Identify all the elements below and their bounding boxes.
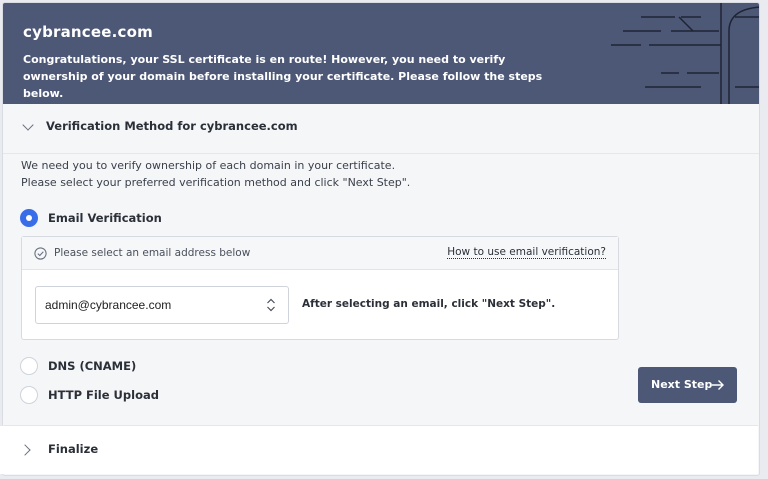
- email-panel-header: Please select an email address below How…: [22, 237, 618, 270]
- check-circle-icon: [34, 247, 47, 260]
- next-step-button[interactable]: Next Step: [638, 367, 737, 403]
- http-file-upload-label[interactable]: HTTP File Upload: [48, 388, 159, 402]
- decorative-lines-icon: [611, 3, 759, 104]
- radio-http-file-upload[interactable]: [20, 386, 38, 404]
- dns-cname-label[interactable]: DNS (CNAME): [48, 359, 136, 373]
- intro-line-2: Please select your preferred verificatio…: [21, 176, 411, 189]
- select-updown-icon: [267, 298, 275, 312]
- email-verification-panel: Please select an email address below How…: [21, 236, 619, 340]
- email-select-prompt: Please select an email address below: [54, 247, 251, 259]
- selected-email: admin@cybrancee.com: [45, 298, 172, 312]
- radio-dns-cname[interactable]: [20, 357, 38, 375]
- intro-line-1: We need you to verify ownership of each …: [21, 159, 396, 172]
- verification-intro: We need you to verify ownership of each …: [21, 157, 410, 191]
- email-verification-label[interactable]: Email Verification: [48, 211, 162, 225]
- header-message: Congratulations, your SSL certificate is…: [23, 53, 543, 100]
- domain-title: cybrancee.com: [23, 23, 153, 41]
- finalize-section[interactable]: [0, 425, 758, 474]
- after-select-hint: After selecting an email, click "Next St…: [302, 298, 556, 310]
- verification-method-title[interactable]: Verification Method for cybrancee.com: [46, 119, 298, 133]
- email-select[interactable]: admin@cybrancee.com: [35, 286, 289, 324]
- page-header: cybrancee.com Congratulations, your SSL …: [3, 3, 759, 104]
- next-step-label: Next Step: [651, 378, 713, 391]
- arrow-right-icon: [712, 380, 724, 390]
- finalize-title[interactable]: Finalize: [48, 442, 98, 456]
- email-help-link[interactable]: How to use email verification?: [447, 246, 606, 259]
- radio-email-verification[interactable]: [20, 209, 38, 227]
